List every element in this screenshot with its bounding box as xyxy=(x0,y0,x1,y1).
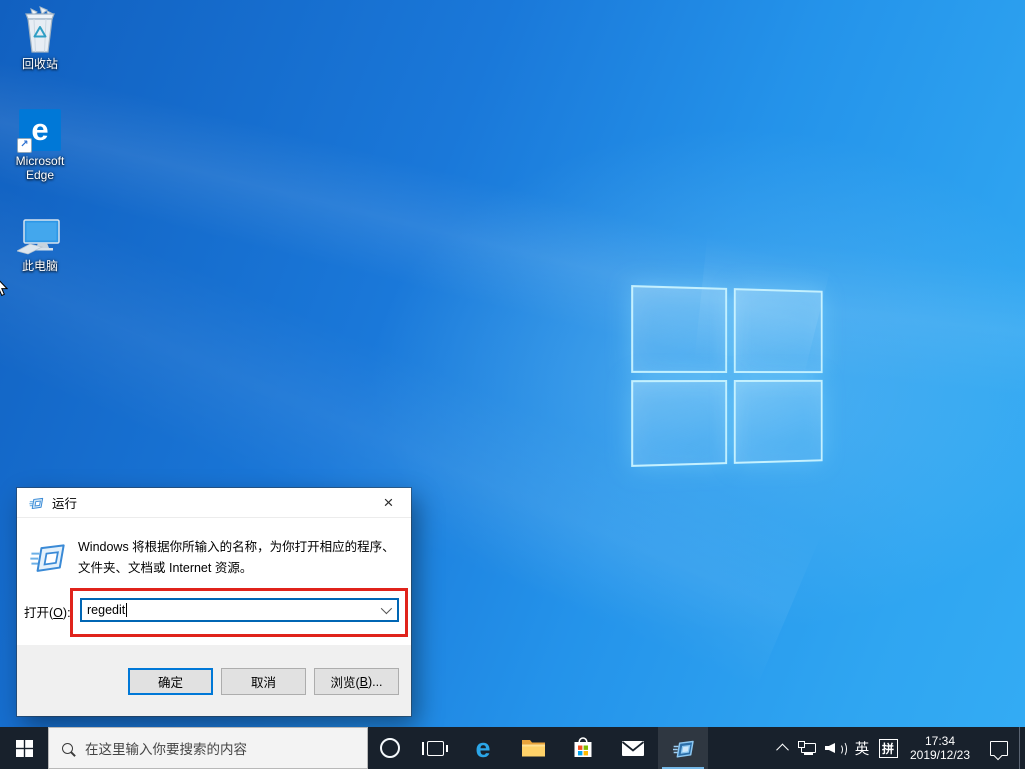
ime-mode-button[interactable]: 拼 xyxy=(875,727,901,769)
taskbar-edge-button[interactable]: e xyxy=(458,727,508,769)
this-pc-icon xyxy=(1,208,79,256)
desktop-icon-label: 回收站 xyxy=(1,57,79,71)
volume-icon xyxy=(825,740,845,756)
description-line2: 文件夹、文档或 Internet 资源。 xyxy=(78,558,403,579)
description-line1: Windows 将根据你所输入的名称，为你打开相应的程序、 xyxy=(78,537,403,558)
cortana-icon xyxy=(380,738,400,758)
task-view-button[interactable] xyxy=(412,727,458,769)
run-command-value: regedit xyxy=(87,603,125,617)
run-dialog: 运行 × Windows 将根据你所输入的名称，为你打开相应的程序、 文件夹、文… xyxy=(17,488,411,716)
windows-logo-pane xyxy=(733,379,822,464)
windows-logo-wallpaper xyxy=(631,285,822,467)
recycle-bin-icon xyxy=(1,6,79,54)
search-icon xyxy=(62,743,73,754)
desktop-icon-recycle-bin[interactable]: 回收站 xyxy=(1,6,79,71)
microsoft-store-icon xyxy=(572,736,594,760)
windows-start-icon xyxy=(16,740,33,757)
search-placeholder: 在这里输入你要搜索的内容 xyxy=(85,738,247,758)
action-center-button[interactable] xyxy=(979,727,1019,769)
microsoft-edge-icon: e ↗ xyxy=(1,103,79,151)
clock[interactable]: 17:34 2019/12/23 xyxy=(901,727,979,769)
taskbar-file-explorer-button[interactable] xyxy=(508,727,558,769)
run-dialog-description: Windows 将根据你所输入的名称，为你打开相应的程序、 文件夹、文档或 In… xyxy=(78,537,403,578)
run-dialog-icon xyxy=(28,495,44,511)
open-field-label: 打开(O): xyxy=(24,602,71,621)
run-icon xyxy=(27,538,67,579)
taskbar-run-button-active[interactable] xyxy=(658,727,708,769)
taskbar-store-button[interactable] xyxy=(558,727,608,769)
network-ethernet-icon xyxy=(799,742,816,755)
close-icon[interactable]: × xyxy=(366,489,411,517)
ime-language-label: 英 xyxy=(855,738,870,759)
text-caret xyxy=(126,603,127,617)
edge-letter: e xyxy=(31,112,48,148)
volume-tray-button[interactable] xyxy=(821,727,849,769)
chevron-down-icon[interactable] xyxy=(381,603,392,614)
desktop-icon-label: 此电脑 xyxy=(1,259,79,273)
file-explorer-icon xyxy=(521,738,546,758)
run-dialog-title: 运行 xyxy=(52,493,77,512)
shortcut-arrow-icon: ↗ xyxy=(17,138,32,153)
system-tray: 英 拼 17:34 2019/12/23 xyxy=(770,727,1025,769)
action-center-icon xyxy=(990,741,1008,756)
desktop-icon-microsoft-edge[interactable]: e ↗ Microsoft Edge xyxy=(1,103,79,182)
windows-logo-pane xyxy=(631,380,726,467)
desktop-icon-label: Microsoft Edge xyxy=(1,154,79,182)
browse-button[interactable]: 浏览(B)... xyxy=(314,668,399,695)
taskbar-mail-button[interactable] xyxy=(608,727,658,769)
tray-date: 2019/12/23 xyxy=(910,748,970,762)
mail-icon xyxy=(621,740,645,757)
tray-time: 17:34 xyxy=(925,734,955,748)
edge-icon: e xyxy=(475,735,490,762)
run-app-icon xyxy=(671,737,695,760)
run-command-input[interactable]: regedit xyxy=(80,598,399,622)
cortana-button[interactable] xyxy=(368,727,412,769)
start-button[interactable] xyxy=(0,727,48,769)
mouse-cursor xyxy=(0,276,8,302)
task-view-icon xyxy=(427,741,444,756)
tray-overflow-button[interactable] xyxy=(770,727,794,769)
desktop-icon-this-pc[interactable]: 此电脑 xyxy=(1,208,79,273)
network-tray-button[interactable] xyxy=(794,727,821,769)
run-dialog-titlebar[interactable]: 运行 × xyxy=(17,488,411,518)
taskbar: 在这里输入你要搜索的内容 e xyxy=(0,727,1025,769)
show-desktop-button[interactable] xyxy=(1019,727,1025,769)
taskbar-search-input[interactable]: 在这里输入你要搜索的内容 xyxy=(48,727,368,769)
windows-logo-pane xyxy=(733,288,822,373)
cancel-button[interactable]: 取消 xyxy=(221,668,306,695)
ime-language-button[interactable]: 英 xyxy=(849,727,875,769)
windows-logo-pane xyxy=(631,285,726,372)
run-dialog-footer: 确定 取消 浏览(B)... xyxy=(17,645,411,716)
ime-pinyin-icon: 拼 xyxy=(879,739,898,758)
ok-button[interactable]: 确定 xyxy=(128,668,213,695)
chevron-up-icon xyxy=(776,743,789,756)
